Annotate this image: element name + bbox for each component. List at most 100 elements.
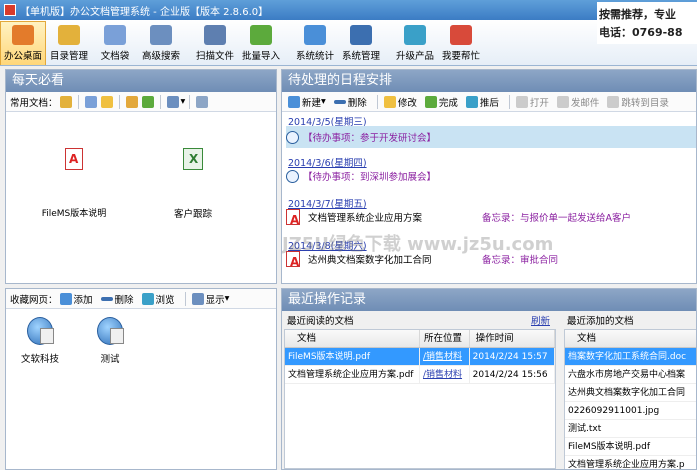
favorites-toolbar: 收藏网页： 添加 删除 浏览 显示 ▾: [6, 289, 276, 309]
ad-line-1: 按需推荐，专业: [599, 8, 676, 21]
table-row[interactable]: 文档管理系统企业应用方案.pdf /销售材料 2014/2/24 15:56: [285, 366, 555, 384]
toolbar-button-6[interactable]: 批量导入: [238, 21, 284, 65]
col-time[interactable]: 操作时间: [470, 330, 555, 347]
toolbar-button-label: 批量导入: [241, 51, 280, 62]
daily-panel-title: 每天必看: [6, 70, 276, 92]
toolbar-button-8[interactable]: 系统管理: [338, 21, 384, 65]
row-doc: 文档管理系统企业应用方案.pdf: [285, 366, 420, 383]
new-schedule-button[interactable]: 新建 ▾: [286, 95, 326, 109]
favorite-item-2[interactable]: 测试: [90, 317, 130, 365]
schedule-entry-2-text: 【待办事项：到深圳参加展会】: [303, 172, 437, 183]
toolbar-divider: [159, 94, 161, 109]
copy-icon[interactable]: [125, 95, 138, 108]
delete-schedule-button[interactable]: 删除: [332, 95, 367, 109]
table-row[interactable]: 文档管理系统企业应用方案.p: [565, 456, 696, 469]
common-doc-2[interactable]: 客户跟踪: [158, 148, 228, 220]
ad-line-2: 电话：0769-88: [599, 26, 683, 39]
table-row[interactable]: FileMS版本说明.pdf: [565, 438, 696, 456]
common-doc-1[interactable]: FileMS版本说明: [34, 148, 114, 219]
home-icon: [12, 25, 34, 45]
table-row[interactable]: 0226092911001.jpg: [565, 402, 696, 420]
title-bar: 【单机版】办公文档管理系统 - 企业版【版本 2.8.6.0】: [0, 0, 697, 20]
toolbar-button-5[interactable]: 扫描文件: [192, 21, 238, 65]
toolbar-button-9[interactable]: 升级产品: [392, 21, 438, 65]
table-row[interactable]: 档案数字化加工系统合同.doc: [565, 348, 696, 366]
web-shortcut-icon: [27, 317, 54, 345]
complete-schedule-button[interactable]: 完成: [423, 95, 458, 109]
delete-doc-icon[interactable]: [141, 95, 154, 108]
col-location[interactable]: 所在位置: [420, 330, 470, 347]
table-row[interactable]: 六盘水市房地产交易中心档案: [565, 366, 696, 384]
list-view-icon[interactable]: [196, 95, 209, 108]
browse-favorite-label: 浏览: [155, 294, 175, 306]
toolbar-divider: [77, 94, 79, 109]
users-icon: [350, 25, 372, 45]
recent-read-title: 最近阅读的文档: [287, 316, 354, 327]
chevron-down-icon: ▾: [321, 96, 326, 107]
row-location[interactable]: /销售材料: [420, 348, 470, 365]
open-folder-icon[interactable]: [59, 95, 72, 108]
row-time: 2014/2/24 15:56: [470, 366, 555, 383]
favorite-item-1[interactable]: 文软科技: [20, 317, 60, 365]
toolbar-button-label: 高级搜索: [141, 51, 180, 62]
send-mail-label: 发邮件: [570, 97, 600, 109]
schedule-entry-3[interactable]: 文档管理系统企业应用方案 备忘录：与报价单一起发送给A客户: [286, 208, 696, 227]
toolbar-button-3[interactable]: 文档袋: [92, 21, 138, 65]
browse-favorite-button[interactable]: 浏览: [140, 292, 175, 306]
schedule-entry-2[interactable]: 【待办事项：到深圳参加展会】: [286, 167, 696, 185]
display-mode-label: 显示: [205, 294, 225, 306]
recent-added-columns: 文档: [565, 330, 696, 348]
import-icon: [250, 25, 272, 45]
toolbar-button-label: 我要帮忙: [441, 51, 480, 62]
clock-icon: [286, 169, 299, 183]
schedule-panel: 待处理的日程安排 新建 ▾ 删除 修改 完成 推后 打开 发邮件 跳转到目录 20…: [281, 69, 697, 284]
refresh-link[interactable]: 刷新: [531, 313, 550, 327]
table-row[interactable]: 达州典文档案数字化加工合同: [565, 384, 696, 402]
toolbar-button-7[interactable]: 系统统计: [292, 21, 338, 65]
new-schedule-label: 新建: [302, 97, 322, 109]
row-location[interactable]: /销售材料: [420, 366, 470, 383]
jump-to-folder-button[interactable]: 跳转到目录: [605, 95, 669, 109]
edit-doc-icon[interactable]: [84, 95, 97, 108]
table-row[interactable]: 测试.txt: [565, 420, 696, 438]
recent-read-table: 文档 所在位置 操作时间 FileMS版本说明.pdf /销售材料 2014/2…: [284, 329, 556, 469]
toolbar-button-label: 目录管理: [49, 51, 88, 62]
toolbar-divider: [508, 94, 510, 109]
delete-favorite-button[interactable]: 删除: [99, 292, 134, 306]
recent-read-header: 最近阅读的文档 刷新: [284, 313, 556, 327]
col-document[interactable]: 文档: [285, 330, 420, 347]
schedule-entry-1[interactable]: 【待办事项：参于开发研讨会】: [286, 126, 696, 148]
view-mode-icon[interactable]: [166, 95, 179, 108]
plus-icon: [288, 95, 300, 108]
display-icon: [191, 292, 204, 305]
toolbar-button-4[interactable]: 高级搜索: [138, 21, 184, 65]
toolbar-button-label: 文档袋: [100, 51, 130, 62]
toolbar-button-1[interactable]: 办公桌面: [0, 21, 46, 65]
mail-icon[interactable]: [100, 95, 113, 108]
open-doc-button[interactable]: 打开: [514, 95, 549, 109]
jump-to-folder-label: 跳转到目录: [621, 97, 669, 109]
edit-schedule-button[interactable]: 修改: [382, 95, 417, 109]
send-mail-button[interactable]: 发邮件: [555, 95, 600, 109]
minus-icon: [333, 99, 346, 104]
edit-schedule-label: 修改: [397, 97, 417, 109]
postpone-schedule-button[interactable]: 推后: [464, 95, 499, 109]
clock-icon: [286, 130, 299, 144]
toolbar-button-2[interactable]: 目录管理: [46, 21, 92, 65]
display-mode-button[interactable]: 显示 ▾: [190, 292, 229, 306]
chevron-down-icon[interactable]: ▾: [181, 96, 186, 107]
add-favorite-button[interactable]: 添加: [58, 292, 93, 306]
favorites-label: 收藏网页：: [10, 294, 58, 306]
folder-icon: [58, 25, 80, 45]
recent-added-table: 文档 档案数字化加工系统合同.doc 六盘水市房地产交易中心档案 达州典文档案数字化…: [564, 329, 696, 469]
ad-banner[interactable]: 按需推荐，专业 电话：0769-88: [597, 2, 697, 44]
col-document[interactable]: 文档: [565, 330, 696, 347]
toolbar-button-10[interactable]: 我要帮忙: [438, 21, 484, 65]
document-bag-icon: [104, 25, 126, 45]
spreadsheet-icon: [183, 148, 203, 170]
recent-read-section: 最近阅读的文档 刷新 文档 所在位置 操作时间 FileMS版本说明.pdf /…: [284, 313, 556, 469]
toolbar-button-label: 升级产品: [395, 51, 434, 62]
recent-added-rows: 档案数字化加工系统合同.doc 六盘水市房地产交易中心档案 达州典文档案数字化加工合…: [565, 348, 696, 469]
toolbar-divider: [184, 291, 186, 306]
table-row[interactable]: FileMS版本说明.pdf /销售材料 2014/2/24 15:57: [285, 348, 555, 366]
